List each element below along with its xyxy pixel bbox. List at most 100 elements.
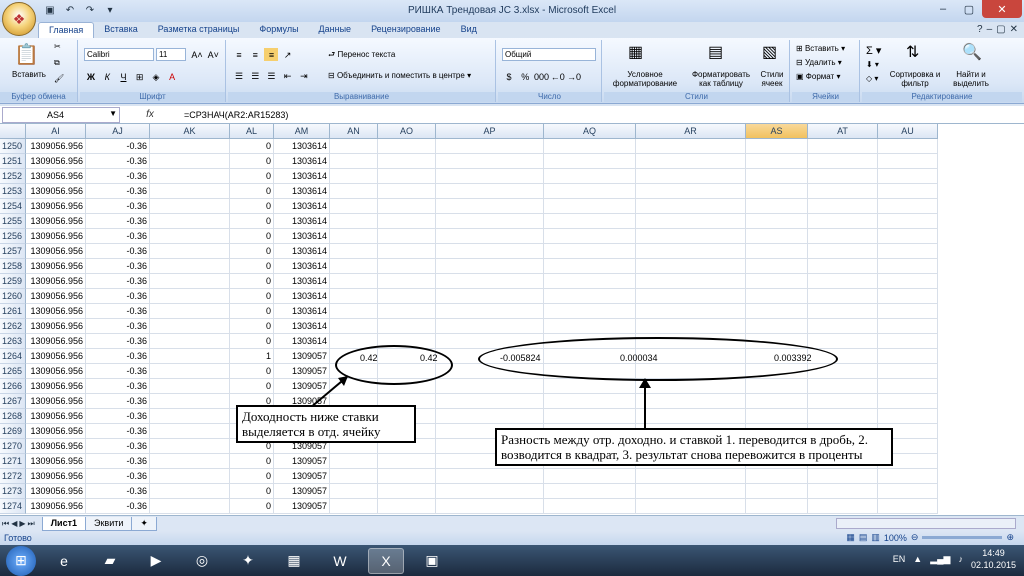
copy-icon[interactable]: ⧉: [54, 58, 60, 68]
grid-cell[interactable]: [808, 229, 878, 244]
grid-cell[interactable]: [330, 304, 378, 319]
grid-cell[interactable]: 1303614: [274, 244, 330, 259]
grid-cell[interactable]: [378, 484, 436, 499]
row-header[interactable]: 1258: [0, 259, 26, 274]
grid-cell[interactable]: [544, 139, 636, 154]
grid-cell[interactable]: 1309056.956: [26, 289, 86, 304]
grid-cell[interactable]: 0: [230, 169, 274, 184]
grid-cell[interactable]: [746, 274, 808, 289]
row-header[interactable]: 1257: [0, 244, 26, 259]
last-sheet-icon[interactable]: ⏭: [28, 519, 35, 529]
grid-cell[interactable]: [378, 469, 436, 484]
grid-cell[interactable]: 0: [230, 244, 274, 259]
grid-cell[interactable]: [378, 319, 436, 334]
grid-cell[interactable]: -0.36: [86, 154, 150, 169]
name-box[interactable]: AS4 ▼: [2, 106, 120, 123]
grid-cell[interactable]: [746, 469, 808, 484]
grid-cell[interactable]: [544, 169, 636, 184]
sort-filter-button[interactable]: Сортировка и фильтр: [888, 70, 942, 88]
grid-cell[interactable]: [436, 139, 544, 154]
row-header[interactable]: 1255: [0, 214, 26, 229]
grid-cell[interactable]: [436, 319, 544, 334]
grid-cell[interactable]: 1309056.956: [26, 364, 86, 379]
grid-cell[interactable]: [636, 154, 746, 169]
grid-cell[interactable]: -0.36: [86, 409, 150, 424]
grid-cell[interactable]: -0.36: [86, 289, 150, 304]
grid-cell[interactable]: 0: [230, 334, 274, 349]
grid-cell[interactable]: 0: [230, 469, 274, 484]
conditional-format-icon[interactable]: ▦: [628, 42, 643, 62]
grid-cell[interactable]: [436, 184, 544, 199]
grid-cell[interactable]: -0.36: [86, 379, 150, 394]
grid-cell[interactable]: [878, 319, 938, 334]
grid-cell[interactable]: 1309056.956: [26, 214, 86, 229]
grid-cell[interactable]: 1303614: [274, 334, 330, 349]
column-header-ar[interactable]: AR: [636, 124, 746, 139]
zoom-level[interactable]: 100%: [884, 533, 907, 543]
grid-cell[interactable]: [436, 169, 544, 184]
grid-cell[interactable]: [636, 169, 746, 184]
row-header[interactable]: 1272: [0, 469, 26, 484]
grid-cell[interactable]: [378, 229, 436, 244]
grid-cell[interactable]: [636, 199, 746, 214]
wrap-text-button[interactable]: ⮐ Перенос текста: [328, 49, 395, 63]
grid-cell[interactable]: 1303614: [274, 199, 330, 214]
grid-cell[interactable]: [544, 499, 636, 514]
grid-cell[interactable]: [436, 484, 544, 499]
grid-cell[interactable]: [330, 454, 378, 469]
next-sheet-icon[interactable]: ▶: [19, 519, 25, 529]
grid-cell[interactable]: [150, 364, 230, 379]
grid-cell[interactable]: [378, 274, 436, 289]
italic-button[interactable]: К: [100, 70, 114, 83]
row-header[interactable]: 1253: [0, 184, 26, 199]
grid-cell[interactable]: [150, 139, 230, 154]
grid-cell[interactable]: -0.36: [86, 229, 150, 244]
grid-cell[interactable]: [436, 259, 544, 274]
grid-cell[interactable]: [150, 469, 230, 484]
grid-cell[interactable]: 1309056.956: [26, 454, 86, 469]
tab-data[interactable]: Данные: [309, 22, 362, 38]
grid-cell[interactable]: -0.36: [86, 469, 150, 484]
grid-cell[interactable]: [808, 319, 878, 334]
ribbon-minimize-icon[interactable]: –: [987, 24, 993, 35]
align-left-icon[interactable]: ☰: [232, 70, 246, 83]
zoom-slider[interactable]: [922, 536, 1003, 539]
paste-icon[interactable]: 📋: [14, 42, 39, 67]
grid-cell[interactable]: 0: [230, 319, 274, 334]
grid-cell[interactable]: [330, 214, 378, 229]
grid-cell[interactable]: [150, 184, 230, 199]
grid-cell[interactable]: [330, 289, 378, 304]
sort-filter-icon[interactable]: ⇅: [906, 42, 919, 62]
grid-cell[interactable]: -0.36: [86, 439, 150, 454]
grid-cell[interactable]: [808, 139, 878, 154]
grid-cell[interactable]: 1303614: [274, 319, 330, 334]
grid-cell[interactable]: -0.36: [86, 139, 150, 154]
format-cells-button[interactable]: ▣ Формат ▾: [796, 72, 840, 81]
column-header-ap[interactable]: AP: [436, 124, 544, 139]
prev-sheet-icon[interactable]: ◀: [11, 519, 17, 529]
grid-cell[interactable]: -0.36: [86, 499, 150, 514]
grid-cell[interactable]: -0.36: [86, 259, 150, 274]
row-header[interactable]: 1252: [0, 169, 26, 184]
align-middle-icon[interactable]: ≡: [248, 48, 262, 61]
grid-cell[interactable]: [150, 334, 230, 349]
maximize-icon[interactable]: ▢: [956, 0, 982, 18]
row-header[interactable]: 1259: [0, 274, 26, 289]
grid-cell[interactable]: 0: [230, 364, 274, 379]
grid-cell[interactable]: [746, 139, 808, 154]
grid-cell[interactable]: [544, 274, 636, 289]
grid-cell[interactable]: 1309056.956: [26, 184, 86, 199]
grid-cell[interactable]: 1309056.956: [26, 334, 86, 349]
network-icon[interactable]: ▂▄▆: [930, 554, 950, 565]
grid-cell[interactable]: [878, 244, 938, 259]
grid-cell[interactable]: [544, 199, 636, 214]
merge-center-button[interactable]: ⊟ Объединить и поместить в центре ▾: [328, 71, 471, 80]
tray-expand-icon[interactable]: ▲: [913, 554, 922, 564]
grid-cell[interactable]: 1303614: [274, 229, 330, 244]
row-header[interactable]: 1254: [0, 199, 26, 214]
grid-cell[interactable]: [330, 499, 378, 514]
row-header[interactable]: 1260: [0, 289, 26, 304]
grid-cell[interactable]: [544, 229, 636, 244]
grid-cell[interactable]: [746, 394, 808, 409]
grid-cell[interactable]: 1303614: [274, 259, 330, 274]
